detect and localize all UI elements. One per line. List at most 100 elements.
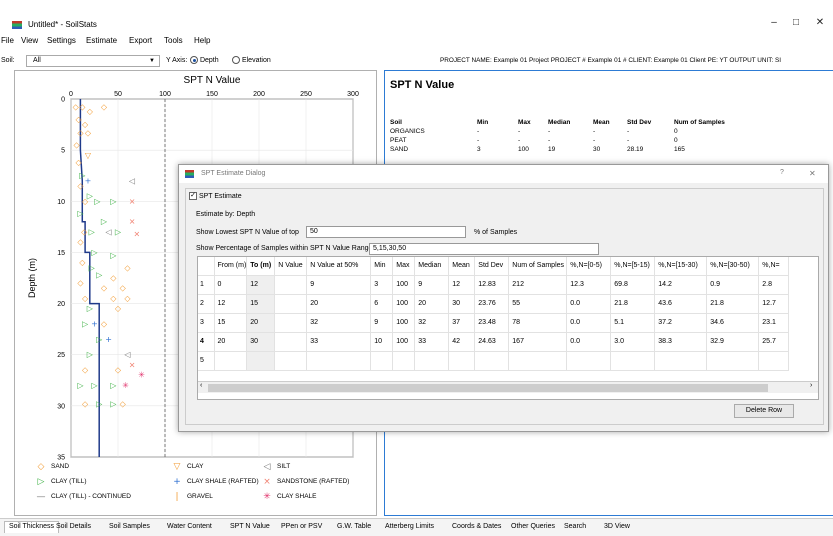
table-cell[interactable]: 38.3	[654, 332, 708, 352]
column-header[interactable]: Num of Samples	[508, 257, 568, 276]
column-header[interactable]: Max	[392, 257, 416, 276]
table-cell[interactable]	[274, 351, 308, 371]
table-cell[interactable]: 23.48	[474, 313, 510, 333]
menu-estimate[interactable]: Estimate	[86, 36, 117, 45]
table-cell[interactable]	[758, 351, 790, 371]
table-cell[interactable]: 100	[392, 294, 416, 314]
table-row[interactable]: 4 20 30 33 10 100 33 42 24.63 167 0.0 3.0 38.3 32.9 25…	[198, 332, 790, 352]
soil-dropdown[interactable]: All ▼	[26, 55, 160, 67]
column-header[interactable]: Median	[414, 257, 450, 276]
column-header[interactable]: %,N=	[758, 257, 790, 276]
table-cell[interactable]: 55	[508, 294, 568, 314]
table-cell[interactable]	[392, 351, 416, 371]
table-cell[interactable]	[370, 351, 394, 371]
scroll-thumb[interactable]	[208, 384, 768, 392]
column-header[interactable]: %,N=[5-15)	[610, 257, 656, 276]
table-cell[interactable]: 5.1	[610, 313, 656, 333]
column-header[interactable]: %,N=[0-5)	[566, 257, 612, 276]
table-cell[interactable]	[306, 351, 372, 371]
tab-spt-n-value[interactable]: SPT N Value	[226, 522, 274, 534]
table-row[interactable]: 5	[198, 351, 790, 371]
column-header[interactable]: %,N=[30-50)	[706, 257, 760, 276]
tab-ppen-or-psv[interactable]: PPen or PSV	[277, 522, 326, 534]
menu-help[interactable]: Help	[194, 36, 210, 45]
table-cell[interactable]: 78	[508, 313, 568, 333]
close-window-button[interactable]: ✕	[810, 16, 830, 30]
table-cell[interactable]: 25.7	[758, 332, 790, 352]
table-cell[interactable]: 42	[448, 332, 476, 352]
table-cell[interactable]: 9	[414, 275, 450, 295]
menu-view[interactable]: View	[21, 36, 38, 45]
table-cell[interactable]: 9	[306, 275, 372, 295]
table-cell[interactable]: 0.9	[706, 275, 760, 295]
column-header[interactable]: Min	[370, 257, 394, 276]
menu-tools[interactable]: Tools	[164, 36, 183, 45]
tab-water-content[interactable]: Water Content	[163, 522, 216, 534]
table-cell[interactable]: 0.0	[566, 332, 612, 352]
table-cell[interactable]: 20	[306, 294, 372, 314]
column-header[interactable]: N Value	[274, 257, 308, 276]
table-cell[interactable]	[274, 294, 308, 314]
row-number[interactable]: 1	[198, 275, 215, 295]
table-cell[interactable]: 100	[392, 332, 416, 352]
column-header[interactable]: N Value at 50%	[306, 257, 372, 276]
table-cell[interactable]: 32	[306, 313, 372, 333]
column-header[interactable]	[198, 257, 215, 276]
tab-coords-dates[interactable]: Coords & Dates	[448, 522, 505, 534]
table-cell[interactable]: 3.0	[610, 332, 656, 352]
tab-other-queries[interactable]: Other Queries	[507, 522, 559, 534]
close-dialog-button[interactable]: ✕	[809, 169, 816, 178]
ranges-input[interactable]: 5,15,30,50	[369, 243, 599, 255]
table-cell[interactable]: 30	[448, 294, 476, 314]
row-number[interactable]: 5	[198, 351, 215, 371]
table-row[interactable]: 1 0 12 9 3 100 9 12 12.83 212 12.3 69.8 14.2 0.9 2.8	[198, 275, 790, 295]
table-cell[interactable]: 12	[246, 275, 276, 295]
table-row[interactable]: 3 15 20 32 9 100 32 37 23.48 78 0.0 5.1 37.2 34.6 23.1	[198, 313, 790, 333]
tab-g-w-table[interactable]: G.W. Table	[333, 522, 375, 534]
table-cell[interactable]: 12.83	[474, 275, 510, 295]
minimize-button[interactable]: –	[764, 16, 784, 30]
tab-soil-details[interactable]: Soil Details	[52, 522, 95, 534]
delete-row-button[interactable]: Delete Row	[734, 404, 794, 418]
table-cell[interactable]: 100	[392, 275, 416, 295]
table-cell[interactable]: 32.9	[706, 332, 760, 352]
table-cell[interactable]	[414, 351, 450, 371]
table-cell[interactable]	[654, 351, 708, 371]
table-cell[interactable]: 33	[306, 332, 372, 352]
column-header[interactable]: To (m)	[246, 257, 276, 276]
menu-file[interactable]: File	[1, 36, 14, 45]
column-header[interactable]: From (m)	[214, 257, 248, 276]
table-cell[interactable]	[706, 351, 760, 371]
row-number[interactable]: 4	[198, 332, 215, 352]
help-button[interactable]: ?	[780, 169, 784, 176]
table-cell[interactable]: 34.6	[706, 313, 760, 333]
table-cell[interactable]: 9	[370, 313, 394, 333]
table-cell[interactable]	[566, 351, 612, 371]
table-cell[interactable]	[508, 351, 568, 371]
table-cell[interactable]	[274, 275, 308, 295]
menu-export[interactable]: Export	[129, 36, 152, 45]
column-header[interactable]: Mean	[448, 257, 476, 276]
table-cell[interactable]: 14.2	[654, 275, 708, 295]
tab-search[interactable]: Search	[560, 522, 590, 534]
tab-soil-samples[interactable]: Soil Samples	[105, 522, 154, 534]
table-cell[interactable]	[274, 332, 308, 352]
radio-elevation[interactable]: Elevation	[232, 56, 271, 64]
table-cell[interactable]: 33	[414, 332, 450, 352]
table-cell[interactable]	[448, 351, 476, 371]
spt-estimate-checkbox[interactable]: ✓ SPT Estimate	[189, 192, 242, 200]
table-cell[interactable]	[610, 351, 656, 371]
scroll-left-icon[interactable]: ‹	[200, 382, 202, 389]
table-cell[interactable]	[214, 351, 248, 371]
table-cell[interactable]: 24.63	[474, 332, 510, 352]
table-cell[interactable]: 12.3	[566, 275, 612, 295]
table-cell[interactable]: 21.8	[610, 294, 656, 314]
table-cell[interactable]: 20	[214, 332, 248, 352]
table-cell[interactable]: 100	[392, 313, 416, 333]
table-cell[interactable]: 3	[370, 275, 394, 295]
table-cell[interactable]: 20	[246, 313, 276, 333]
table-cell[interactable]	[274, 313, 308, 333]
column-header[interactable]: %,N=[15-30)	[654, 257, 708, 276]
table-row[interactable]: 2 12 15 20 6 100 20 30 23.76 55 0.0 21.8 43.6 21.8 12.…	[198, 294, 790, 314]
table-cell[interactable]: 10	[370, 332, 394, 352]
